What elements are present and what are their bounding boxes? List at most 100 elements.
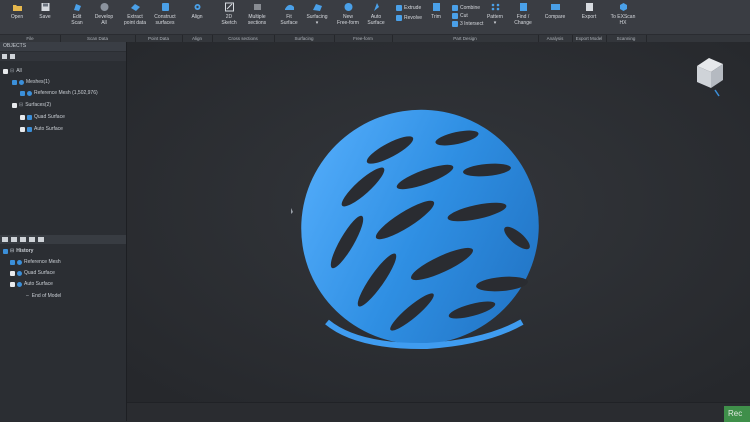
surface-icon: [17, 281, 22, 287]
2d-sketch-button[interactable]: 2D Sketch: [218, 2, 240, 34]
play-icon[interactable]: [29, 237, 35, 242]
mesh-icon: [27, 90, 32, 96]
checkbox[interactable]: [12, 79, 17, 85]
group-align: Align: [182, 35, 213, 42]
construct-button[interactable]: Construct surfaces: [151, 2, 179, 34]
group-export-model: Export Model: [572, 35, 607, 42]
extract-icon: [130, 4, 140, 11]
status-bar: Rec: [127, 402, 750, 422]
group-cross-sections: Cross sections: [212, 35, 275, 42]
tree-item-reference-mesh[interactable]: Reference Mesh (1,502,976): [20, 88, 98, 98]
checkbox[interactable]: [10, 281, 15, 287]
objects-panel-title: OBJECTS: [0, 42, 126, 51]
develop-button[interactable]: Develop All: [92, 2, 116, 34]
checkbox[interactable]: [20, 90, 25, 96]
checkbox[interactable]: [20, 126, 25, 132]
export-icon: [585, 3, 593, 11]
tree-item-meshes[interactable]: Meshes(1): [12, 77, 50, 87]
objects-panel-toolbar: [0, 52, 126, 61]
checkbox[interactable]: [3, 68, 8, 74]
trim-icon: [432, 3, 440, 11]
rollback-icon[interactable]: [20, 237, 26, 242]
surface-icon: [27, 114, 32, 120]
mesh-icon: [19, 79, 24, 85]
group-analysis: Analysis: [538, 35, 573, 42]
develop-icon: [100, 3, 108, 11]
extrude-icon: [396, 5, 402, 11]
ribbon-group-bar: File Scan Data Point Data Align Cross se…: [0, 34, 750, 42]
export-button[interactable]: Export: [578, 2, 600, 34]
open-button[interactable]: Open: [6, 2, 28, 34]
fit-surface-button[interactable]: Fit Surface: [278, 2, 300, 34]
align-icon: [194, 4, 200, 10]
edit-scan-button[interactable]: Edit Scan: [66, 2, 88, 34]
history-item-quad-surface[interactable]: Quad Surface: [10, 268, 55, 278]
record-button[interactable]: Rec: [724, 406, 750, 422]
history-item-reference-mesh[interactable]: Reference Mesh: [10, 257, 61, 267]
group-part-design: Part Design: [392, 35, 539, 42]
marker-icon: –: [26, 293, 29, 299]
tree-expand-icon[interactable]: ⊟: [10, 246, 14, 256]
cut-button[interactable]: Cut: [452, 12, 468, 20]
sections-icon: [253, 4, 261, 10]
auto-surface-icon: [373, 3, 379, 11]
surfacing-button[interactable]: Surfacing ▾: [303, 2, 331, 34]
scanner-icon: [619, 3, 627, 11]
auto-surface-button[interactable]: Auto Surface: [364, 2, 388, 34]
revolve-button[interactable]: Revolve: [396, 14, 422, 22]
checkbox[interactable]: [12, 102, 17, 108]
fit-surface-icon: [284, 4, 294, 10]
collapse-all-icon[interactable]: [10, 54, 15, 59]
group-surfacing: Surfacing: [274, 35, 335, 42]
surface-icon: [27, 126, 32, 132]
checkbox[interactable]: [20, 114, 25, 120]
edit-scan-icon: [73, 4, 81, 11]
intersect-icon: [452, 21, 458, 27]
extrude-button[interactable]: Extrude: [396, 4, 421, 12]
extract-button[interactable]: Extract point data: [122, 2, 148, 34]
find-change-button[interactable]: Find / Change: [511, 2, 535, 34]
list-icon[interactable]: [2, 237, 8, 242]
folder-icon: [12, 5, 22, 11]
multiple-sections-button[interactable]: Multiple sections: [243, 2, 271, 34]
compare-icon: [550, 4, 560, 10]
checkbox[interactable]: [3, 248, 8, 254]
save-icon: [41, 3, 49, 11]
history-panel-toolbar: [0, 235, 126, 244]
filter-icon[interactable]: [11, 237, 17, 242]
construct-icon: [161, 3, 169, 11]
revolve-icon: [396, 15, 402, 21]
cut-icon: [452, 13, 458, 19]
combine-button[interactable]: Combine: [452, 4, 480, 12]
combine-icon: [452, 5, 458, 11]
history-end-of-model[interactable]: – End of Model: [26, 291, 61, 301]
tree-item-surfaces[interactable]: ⊟ Surfaces(2): [12, 100, 51, 110]
tree-expand-icon[interactable]: ⊟: [10, 66, 14, 76]
new-free-form-button[interactable]: New Free-form: [333, 2, 363, 34]
tree-expand-icon[interactable]: ⊟: [19, 100, 23, 110]
group-point-data: Point Data: [135, 35, 183, 42]
left-panel: OBJECTS ⊟ All Meshes(1) Reference Mesh (1…: [0, 42, 127, 421]
tree-item-all[interactable]: ⊟ All: [3, 66, 22, 76]
save-button[interactable]: Save: [34, 2, 56, 34]
checkbox[interactable]: [10, 270, 15, 276]
history-item-auto-surface[interactable]: Auto Surface: [10, 279, 53, 289]
expand-all-icon[interactable]: [2, 54, 7, 59]
end-icon[interactable]: [38, 237, 44, 242]
group-scanning: Scanning: [606, 35, 647, 42]
checkbox[interactable]: [10, 259, 15, 265]
pattern-button[interactable]: Pattern ▾: [483, 2, 507, 34]
3d-viewport[interactable]: [127, 42, 750, 402]
align-button[interactable]: Align: [186, 2, 208, 34]
group-free-form: Free-form: [334, 35, 393, 42]
trim-button[interactable]: Trim: [427, 2, 445, 34]
compare-button[interactable]: Compare: [541, 2, 569, 34]
to-exscan-button[interactable]: To EXScan HX: [608, 2, 638, 34]
surfacing-icon: [312, 4, 322, 11]
tree-item-quad-surface[interactable]: Quad Surface: [20, 112, 65, 122]
ribbon-toolbar: Open Save Edit Scan Develop All Extract …: [0, 0, 750, 42]
group-file: File: [0, 35, 61, 42]
intersect-button[interactable]: 3 Intersect: [452, 20, 483, 28]
tree-item-auto-surface[interactable]: Auto Surface: [20, 124, 63, 134]
history-root[interactable]: ⊟ History: [3, 246, 33, 256]
